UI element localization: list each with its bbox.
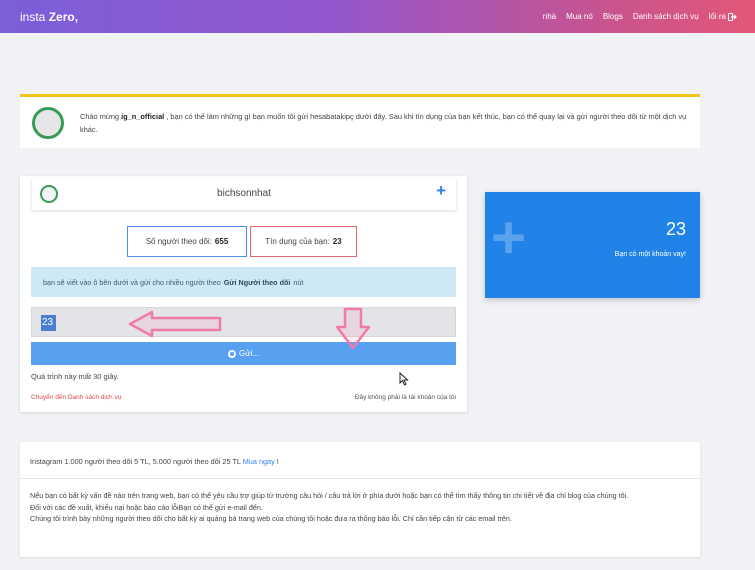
add-icon[interactable]: + xyxy=(436,181,446,201)
credit-label: Tín dụng của bạn: xyxy=(265,237,330,246)
send-followers-button[interactable]: Gửi... xyxy=(31,342,456,365)
process-note: Quá trình này mất 30 giây. xyxy=(31,372,119,381)
help-notes: Nếu bạn có bất kỳ vấn đề nào trên trang … xyxy=(30,490,695,525)
logout-link[interactable]: lối ra xyxy=(709,12,737,21)
followers-value: 655 xyxy=(214,237,229,246)
credit-value: 23 xyxy=(332,237,342,246)
quantity-value: 23 xyxy=(42,317,54,328)
info-bold: Gửi Người theo dõi xyxy=(223,277,291,287)
logout-label: lối ra xyxy=(708,12,726,21)
promo-body: Instagram 1.000 người theo dõi 5 TL, 5.0… xyxy=(30,457,241,466)
quantity-input[interactable] xyxy=(40,314,440,332)
loan-card: + 23 Bạn có một khoản vay! xyxy=(485,192,700,298)
credit-badge: Tín dụng của bạn: 23 xyxy=(250,226,357,257)
submit-label: Gửi... xyxy=(238,349,260,358)
target-username: bichsonnhat xyxy=(217,188,271,199)
nav-links: nhà Mua nó Blogs Danh sách dịch vụ lối r… xyxy=(543,0,737,33)
promo-text: Instagram 1.000 người theo dõi 5 TL, 5.0… xyxy=(30,457,279,466)
info-alert: bạn sẽ viết vào ô bên dưới và gửi cho nh… xyxy=(31,267,456,297)
logout-icon xyxy=(728,12,737,21)
nav-link-home[interactable]: nhà xyxy=(543,12,556,21)
divider xyxy=(20,478,700,479)
buy-now-link[interactable]: Mua ngay xyxy=(243,457,275,466)
brand-bold: Zero, xyxy=(48,9,79,24)
down-arrow-annotation xyxy=(335,307,371,350)
spinner-icon xyxy=(227,349,236,358)
brand-prefix: insta xyxy=(20,9,49,24)
welcome-message: Chào mừng ig_n_official , bạn có thể làm… xyxy=(80,110,688,136)
info-after: nút xyxy=(293,277,304,287)
avatar xyxy=(32,106,64,139)
services-link[interactable]: Chuyển đến Danh sách dịch vụ xyxy=(31,394,121,401)
navbar: insta Zero, nhà Mua nó Blogs Danh sách d… xyxy=(0,0,755,33)
info-before: bạn sẽ viết vào ô bên dưới và gửi cho nh… xyxy=(43,277,221,287)
target-account-header: bichsonnhat + xyxy=(32,178,456,210)
promo-suffix: ! xyxy=(274,457,279,466)
welcome-before: Chào mừng xyxy=(80,111,122,121)
brand-logo[interactable]: insta Zero, xyxy=(20,10,78,24)
followers-count-badge: Số người theo dõi: 655 xyxy=(127,226,247,257)
quantity-field-wrapper: 23 xyxy=(31,307,456,337)
nav-link-buy[interactable]: Mua nó xyxy=(566,12,593,21)
welcome-username: ig_n_official xyxy=(121,111,165,121)
loan-amount: 23 xyxy=(665,219,686,239)
nav-link-blogs[interactable]: Blogs xyxy=(603,12,623,21)
not-my-account-link[interactable]: Đây không phải là tài khoản của tôi xyxy=(339,394,456,401)
loan-text: Bạn có một khoản vay! xyxy=(614,251,686,258)
footer-info-box: Instagram 1.000 người theo dõi 5 TL, 5.0… xyxy=(20,442,700,557)
left-arrow-annotation xyxy=(128,310,222,338)
welcome-after: , bạn có thể làm những gì bạn muốn tôi g… xyxy=(80,111,687,134)
followers-label: Số người theo dõi: xyxy=(145,237,212,246)
welcome-card: Chào mừng ig_n_official , bạn có thể làm… xyxy=(20,94,700,148)
note-line: Nếu bạn có bất kỳ vấn đề nào trên trang … xyxy=(30,491,629,500)
nav-link-services[interactable]: Danh sách dịch vụ xyxy=(633,12,699,21)
note-line: Đối với các đề xuất, khiếu nại hoặc báo … xyxy=(30,502,263,512)
cursor-icon xyxy=(399,372,409,386)
plus-icon: + xyxy=(491,204,527,271)
note-line: Chúng tôi trình bày những người theo dõi… xyxy=(30,514,512,524)
